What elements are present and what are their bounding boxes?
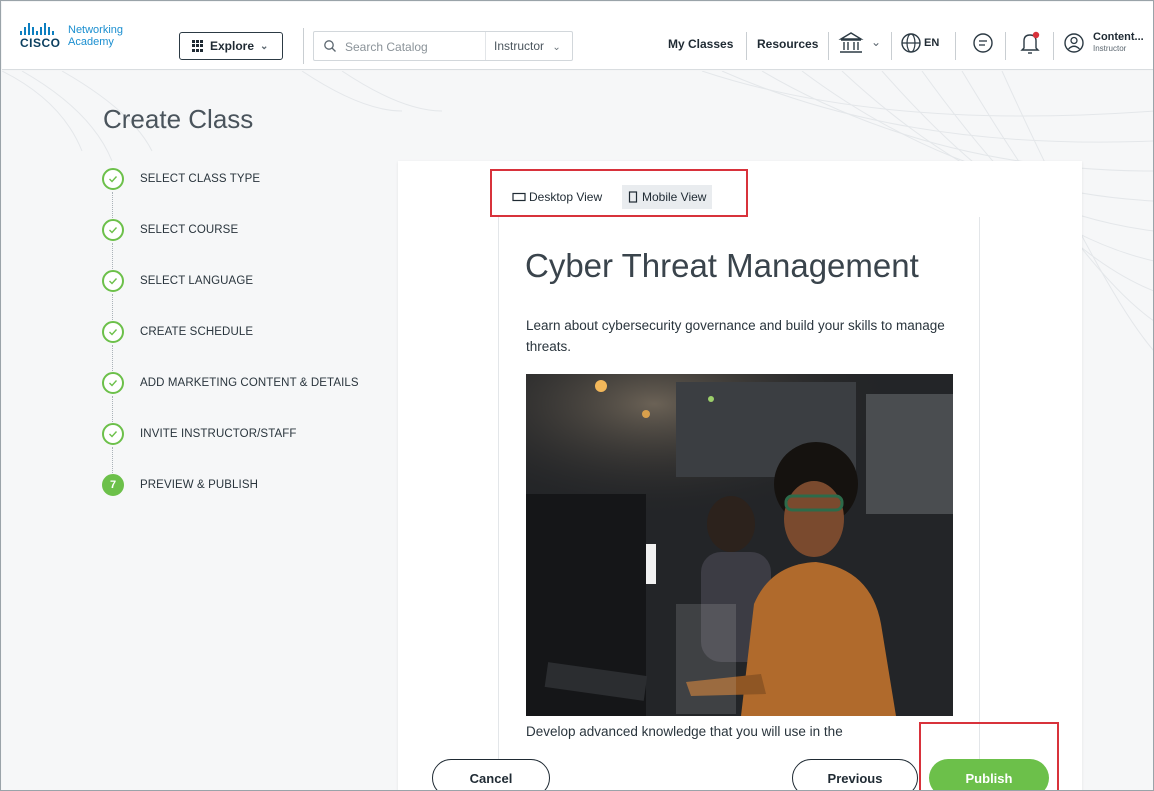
course-photo [526, 374, 953, 716]
step-select-language[interactable]: SELECT LANGUAGE [102, 270, 392, 320]
check-circle-icon [102, 321, 124, 343]
logo-line1: Networking [68, 24, 124, 36]
bell-icon[interactable] [1018, 30, 1042, 56]
step-select-course[interactable]: SELECT COURSE [102, 219, 392, 269]
step-label: ADD MARKETING CONTENT & DETAILS [140, 377, 359, 389]
step-connector [112, 447, 114, 473]
chat-icon[interactable] [972, 32, 994, 54]
chevron-down-icon[interactable]: ⌄ [871, 35, 881, 49]
header-divider [955, 32, 956, 60]
step-label: SELECT COURSE [140, 224, 239, 236]
step-connector [112, 243, 114, 269]
step-connector [112, 396, 114, 422]
desktop-view-button[interactable]: Desktop View [506, 185, 608, 209]
nav-resources[interactable]: Resources [757, 37, 818, 51]
course-more-text: Develop advanced knowledge that you will… [526, 724, 843, 739]
view-toggle-highlight: Desktop View Mobile View [490, 169, 748, 217]
step-label: PREVIEW & PUBLISH [140, 479, 259, 491]
check-circle-icon [102, 423, 124, 445]
step-number-badge: 7 [102, 474, 124, 496]
step-label: INVITE INSTRUCTOR/STAFF [140, 428, 297, 440]
role-select[interactable]: Instructor ⌄ [494, 39, 561, 53]
search-input[interactable] [345, 37, 485, 56]
course-description: Learn about cybersecurity governance and… [526, 318, 945, 354]
course-title: Cyber Threat Management [525, 247, 919, 284]
step-label: SELECT LANGUAGE [140, 275, 254, 287]
globe-icon[interactable] [900, 32, 922, 54]
chevron-down-icon: ⌄ [552, 42, 561, 53]
step-label: CREATE SCHEDULE [140, 326, 254, 338]
check-circle-icon [102, 219, 124, 241]
step-preview-publish[interactable]: 7 PREVIEW & PUBLISH [102, 474, 392, 498]
step-label: SELECT CLASS TYPE [140, 173, 261, 185]
role-select-value: Instructor [494, 39, 545, 53]
chevron-down-icon: ⌄ [260, 40, 269, 52]
preview-panel: Desktop View Mobile View Cyber Threat Ma… [398, 161, 1082, 790]
step-select-class-type[interactable]: SELECT CLASS TYPE [102, 168, 392, 218]
check-circle-icon [102, 372, 124, 394]
publish-button[interactable]: Publish [929, 759, 1049, 790]
explore-label: Explore [210, 39, 255, 53]
course-hero-image [526, 374, 953, 716]
step-connector [112, 192, 114, 218]
explore-button[interactable]: Explore ⌄ [179, 32, 283, 60]
step-invite-instructor[interactable]: INVITE INSTRUCTOR/STAFF [102, 423, 392, 473]
user-icon[interactable] [1063, 32, 1085, 54]
search-icon [324, 40, 336, 52]
desktop-view-label: Desktop View [529, 190, 603, 204]
cisco-networking-academy-logo[interactable]: CISCO Networking Academy [20, 21, 170, 55]
header-divider [746, 32, 747, 60]
logo-brand: CISCO [20, 36, 61, 50]
page-title: Create Class [103, 104, 254, 134]
mobile-icon [628, 191, 638, 203]
step-create-schedule[interactable]: CREATE SCHEDULE [102, 321, 392, 371]
mobile-view-label: Mobile View [642, 190, 707, 204]
header-divider [891, 32, 892, 60]
header-divider [828, 32, 829, 60]
logo-text: Networking Academy [68, 24, 123, 48]
app-window: CISCO Networking Academy Explore ⌄ Instr… [0, 0, 1154, 791]
nav-my-classes[interactable]: My Classes [668, 37, 733, 51]
check-circle-icon [102, 270, 124, 292]
step-connector [112, 294, 114, 320]
language-selector[interactable]: EN [924, 37, 939, 49]
user-name[interactable]: Content... [1093, 31, 1144, 43]
step-add-marketing-content[interactable]: ADD MARKETING CONTENT & DETAILS [102, 372, 392, 422]
search-divider [485, 32, 486, 60]
logo-line2: Academy [68, 36, 114, 48]
step-connector [112, 345, 114, 371]
header-divider [1053, 32, 1054, 60]
top-header: CISCO Networking Academy Explore ⌄ Instr… [2, 2, 1153, 70]
grid-icon [192, 40, 204, 52]
previous-button[interactable]: Previous [792, 759, 918, 790]
cisco-bars-icon [20, 23, 54, 35]
user-role: Instructor [1093, 44, 1127, 53]
header-divider [1005, 32, 1006, 60]
mobile-view-button[interactable]: Mobile View [622, 185, 713, 209]
institution-icon[interactable] [838, 31, 864, 55]
header-divider [303, 28, 304, 64]
main-content: Create Class SELECT CLASS TYPE SELECT CO… [2, 71, 1153, 790]
check-circle-icon [102, 168, 124, 190]
mobile-preview-frame: Cyber Threat Management Learn about cybe… [498, 217, 980, 790]
catalog-search: Instructor ⌄ [313, 31, 573, 61]
desktop-icon [512, 192, 526, 202]
cancel-button[interactable]: Cancel [432, 759, 550, 790]
